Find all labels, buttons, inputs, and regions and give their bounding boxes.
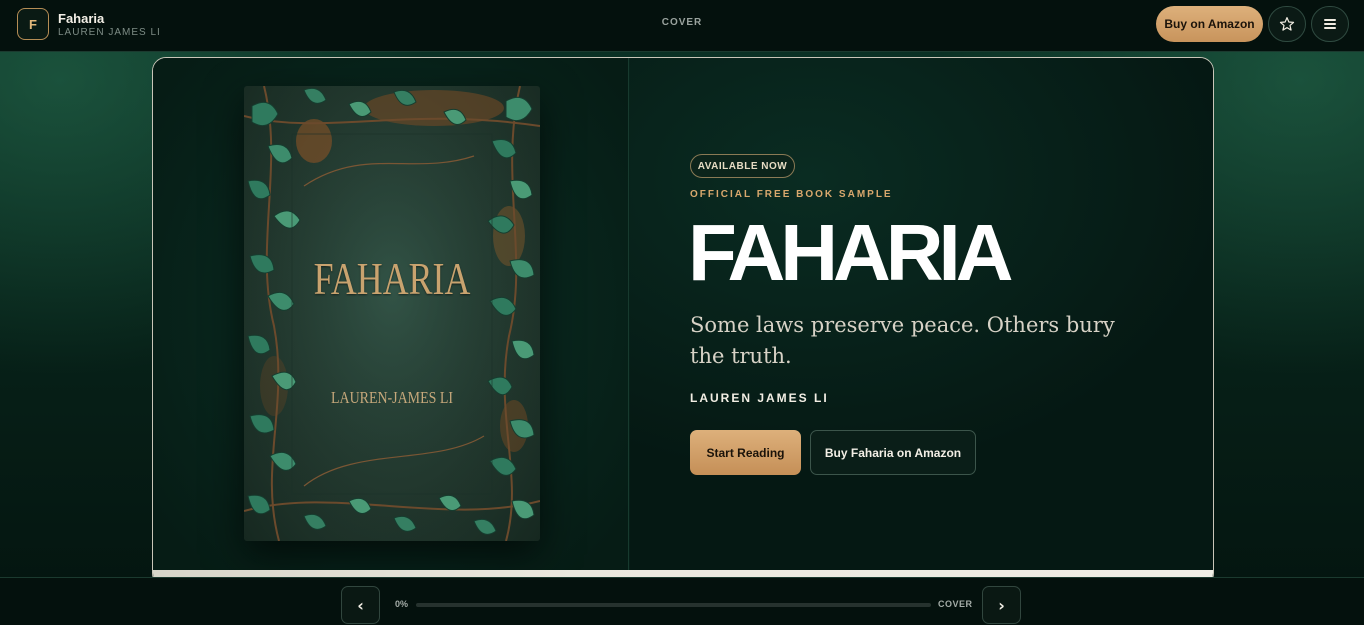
buy-faharia-amazon-button[interactable]: Buy Faharia on Amazon bbox=[810, 430, 976, 475]
top-bar: F Faharia LAUREN JAMES LI COVER Buy on A… bbox=[0, 0, 1364, 52]
brand-title: Faharia bbox=[58, 11, 105, 26]
brand-author: LAUREN JAMES LI bbox=[58, 27, 161, 38]
next-page-button[interactable]: › bbox=[982, 586, 1021, 624]
book-cover-image: FAHARIA LAUREN-JAMES LI bbox=[244, 86, 540, 541]
brand-logo[interactable]: F bbox=[17, 8, 49, 40]
previous-page-button[interactable]: ‹ bbox=[341, 586, 380, 624]
progress-percent: 0% bbox=[395, 599, 409, 609]
footer-section-label: COVER bbox=[938, 599, 973, 609]
star-icon bbox=[1279, 17, 1295, 31]
progress-bar[interactable] bbox=[416, 603, 931, 607]
start-reading-button[interactable]: Start Reading bbox=[690, 430, 801, 475]
cover-card: FAHARIA LAUREN-JAMES LI AVAILABLE NOW OF… bbox=[152, 57, 1214, 587]
reader-footer: ‹ 0% COVER › bbox=[0, 577, 1364, 625]
sample-eyebrow: OFFICIAL FREE BOOK SAMPLE bbox=[690, 189, 893, 200]
book-title: FAHARIA bbox=[688, 208, 1014, 297]
bookmark-button[interactable] bbox=[1268, 6, 1306, 42]
book-author: LAUREN JAMES LI bbox=[690, 391, 829, 405]
cover-author: LAUREN-JAMES LI bbox=[331, 388, 453, 407]
cover-title: FAHARIA bbox=[313, 253, 471, 304]
buy-on-amazon-button[interactable]: Buy on Amazon bbox=[1156, 6, 1263, 42]
current-section-label: COVER bbox=[661, 17, 703, 28]
availability-badge: AVAILABLE NOW bbox=[690, 154, 795, 178]
menu-button[interactable] bbox=[1311, 6, 1349, 42]
ivy-frame-illustration bbox=[244, 86, 540, 541]
book-tagline: Some laws preserve peace. Others bury th… bbox=[690, 313, 1115, 368]
menu-icon bbox=[1324, 19, 1336, 29]
